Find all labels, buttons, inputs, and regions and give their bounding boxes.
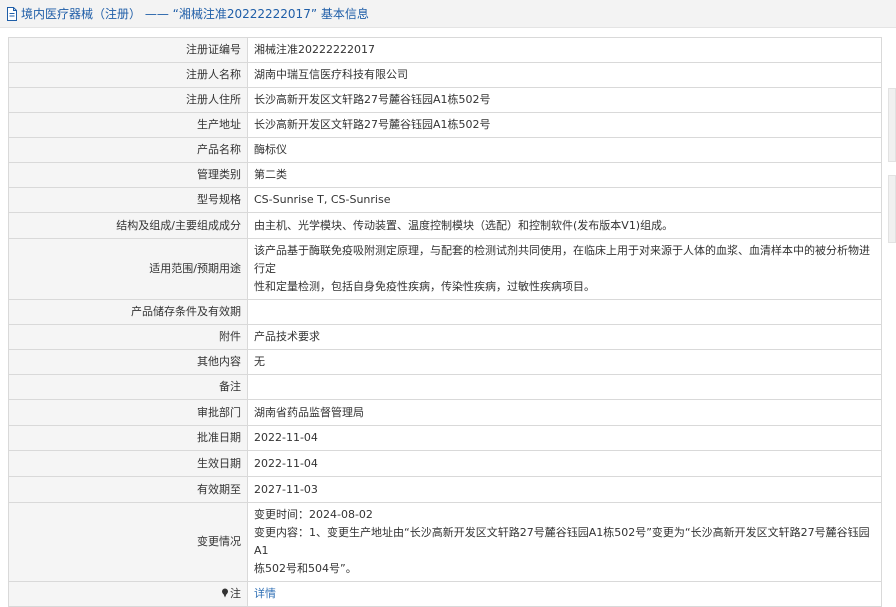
scrollbar-thumb[interactable] [888, 88, 896, 162]
field-value: 长沙高新开发区文轩路27号麓谷钰园A1栋502号 [247, 87, 882, 113]
field-value-line: 产品技术要求 [254, 330, 320, 343]
field-label: 注册人住所 [8, 87, 248, 113]
field-value [247, 374, 882, 400]
field-value: 2022-11-04 [247, 425, 882, 451]
field-value-line: 长沙高新开发区文轩路27号麓谷钰园A1栋502号 [254, 93, 491, 106]
field-value-line: CS-Sunrise T, CS-Sunrise [254, 193, 391, 206]
field-value-line: 变更内容：1、变更生产地址由“长沙高新开发区文轩路27号麓谷钰园A1栋502号”… [254, 526, 870, 557]
info-row: 生产地址 长沙高新开发区文轩路27号麓谷钰园A1栋502号 [8, 112, 882, 138]
note-value: 详情 [247, 581, 882, 607]
field-value: 由主机、光学模块、传动装置、温度控制模块（选配）和控制软件(发布版本V1)组成。 [247, 212, 882, 239]
field-label: 有效期至 [8, 476, 248, 503]
basic-info-table: 注册证编号 湘械注准20222222017 注册人名称 湖南中瑞互信医疗科技有限公司注… [8, 37, 882, 607]
field-value-line: 2022-11-04 [254, 456, 318, 470]
info-row: 附件 产品技术要求 [8, 324, 882, 350]
field-value-line: 长沙高新开发区文轩路27号麓谷钰园A1栋502号 [254, 118, 491, 131]
note-label-text: 注 [230, 587, 241, 600]
field-value-line: 2022-11-04 [254, 431, 318, 444]
field-label: 产品储存条件及有效期 [8, 299, 248, 325]
field-label: 批准日期 [8, 425, 248, 451]
field-label: 注册人名称 [8, 62, 248, 88]
field-value [247, 299, 882, 325]
field-label: 结构及组成/主要组成成分 [8, 212, 248, 239]
page-header: 境内医疗器械（注册） —— “湘械注准20222222017” 基本信息 [0, 0, 896, 28]
field-label: 变更情况 [8, 502, 248, 582]
field-label: 注册证编号 [8, 37, 248, 63]
field-value: 该产品基于酶联免疫吸附测定原理，与配套的检测试剂共同使用，在临床上用于对来源于人… [247, 238, 882, 300]
field-value-line: 性和定量检测，包括自身免疫性疾病，传染性疾病，过敏性疾病项目。 [254, 280, 595, 293]
field-label: 审批部门 [8, 399, 248, 426]
field-value: 湖南省药品监督管理局 [247, 399, 882, 426]
info-row: 注详情 [8, 581, 882, 607]
field-value-line: 该产品基于酶联免疫吸附测定原理，与配套的检测试剂共同使用，在临床上用于对来源于人… [254, 244, 870, 275]
field-label: 备注 [8, 374, 248, 400]
field-value: 变更时间：2024-08-02 变更内容：1、变更生产地址由“长沙高新开发区文轩路… [247, 502, 882, 582]
info-row: 批准日期 2022-11-04 [8, 425, 882, 451]
info-row: 管理类别 第二类 [8, 162, 882, 188]
info-row: 适用范围/预期用途 该产品基于酶联免疫吸附测定原理，与配套的检测试剂共同使用，在临… [8, 238, 882, 300]
field-value-line: 湖南省药品监督管理局 [254, 405, 364, 419]
field-value-line: 湖南中瑞互信医疗科技有限公司 [254, 68, 408, 81]
field-value: 第二类 [247, 162, 882, 188]
field-value-line: 第二类 [254, 168, 287, 181]
field-value: 产品技术要求 [247, 324, 882, 350]
info-row: 结构及组成/主要组成成分 由主机、光学模块、传动装置、温度控制模块（选配）和控制软… [8, 212, 882, 239]
info-row: 注册人名称 湖南中瑞互信医疗科技有限公司 [8, 62, 882, 88]
info-row: 注册证编号 湘械注准20222222017 [8, 37, 882, 63]
field-value: CS-Sunrise T, CS-Sunrise [247, 187, 882, 213]
page-title: 境内医疗器械（注册） —— “湘械注准20222222017” 基本信息 [21, 7, 369, 21]
field-value-line: 由主机、光学模块、传动装置、温度控制模块（选配）和控制软件(发布版本V1)组成。 [254, 218, 674, 232]
field-value: 2022-11-04 [247, 450, 882, 477]
note-label: 注 [8, 581, 248, 607]
field-value: 酶标仪 [247, 137, 882, 163]
info-row: 其他内容无 [8, 349, 882, 375]
field-value-line: 栋502号和504号”。 [254, 562, 357, 575]
field-label: 产品名称 [8, 137, 248, 163]
field-value-line: 变更时间：2024-08-02 [254, 508, 373, 521]
info-row: 生效日期 2022-11-04 [8, 450, 882, 477]
field-label: 适用范围/预期用途 [8, 238, 248, 300]
info-row: 审批部门 湖南省药品监督管理局 [8, 399, 882, 426]
field-label: 管理类别 [8, 162, 248, 188]
field-label: 型号规格 [8, 187, 248, 213]
info-row: 有效期至 2027-11-03 [8, 476, 882, 503]
field-value: 长沙高新开发区文轩路27号麓谷钰园A1栋502号 [247, 112, 882, 138]
info-row: 产品储存条件及有效期 [8, 299, 882, 325]
field-value: 湖南中瑞互信医疗科技有限公司 [247, 62, 882, 88]
field-label: 附件 [8, 324, 248, 350]
field-value: 2027-11-03 [247, 476, 882, 503]
field-value-line: 2027-11-03 [254, 482, 318, 496]
field-value-line: 酶标仪 [254, 143, 287, 156]
info-row: 型号规格 CS-Sunrise T, CS-Sunrise [8, 187, 882, 213]
field-value-line: 湘械注准20222222017 [254, 43, 375, 56]
field-label: 生产地址 [8, 112, 248, 138]
info-row: 备注 [8, 374, 882, 400]
document-icon [6, 6, 18, 21]
field-label: 生效日期 [8, 450, 248, 477]
field-value-line: 无 [254, 355, 265, 368]
details-link[interactable]: 详情 [254, 587, 276, 600]
info-row: 产品名称 酶标仪 [8, 137, 882, 163]
info-row: 注册人住所 长沙高新开发区文轩路27号麓谷钰园A1栋502号 [8, 87, 882, 113]
scrollbar-track-segment[interactable] [888, 175, 896, 243]
field-label: 其他内容 [8, 349, 248, 375]
field-value: 湘械注准20222222017 [247, 37, 882, 63]
field-value: 无 [247, 349, 882, 375]
info-row: 变更情况 变更时间：2024-08-02 变更内容：1、变更生产地址由“长沙高新开发… [8, 502, 882, 582]
